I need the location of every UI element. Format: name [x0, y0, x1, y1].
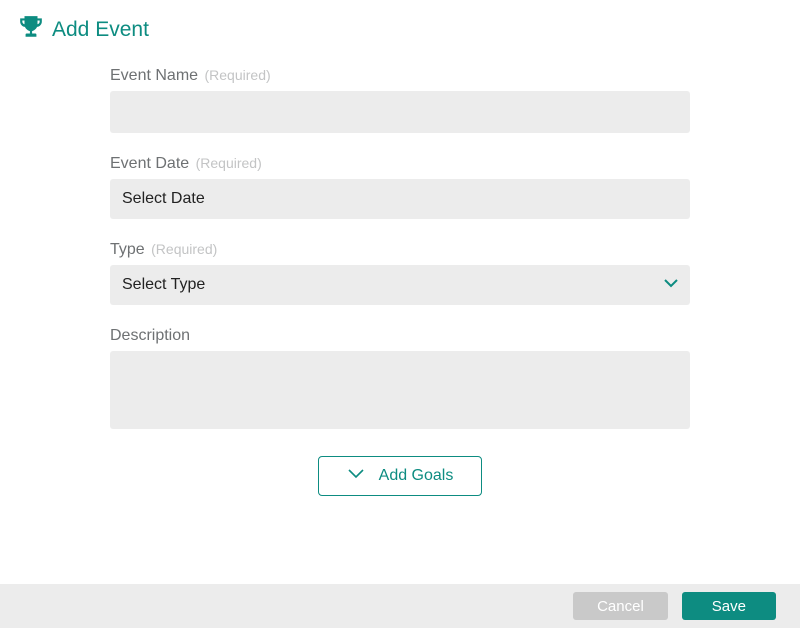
- field-event-name: Event Name (Required): [110, 67, 690, 133]
- save-button[interactable]: Save: [682, 592, 776, 620]
- field-event-date: Event Date (Required) Select Date: [110, 155, 690, 219]
- type-label: Type (Required): [110, 241, 690, 259]
- event-name-label: Event Name (Required): [110, 67, 690, 85]
- footer-bar: Cancel Save: [0, 584, 800, 628]
- page-title: Add Event: [52, 18, 149, 42]
- event-date-label: Event Date (Required): [110, 155, 690, 173]
- add-goals-button[interactable]: Add Goals: [318, 456, 483, 496]
- field-type: Type (Required) Select Type: [110, 241, 690, 305]
- chevron-down-icon: [347, 467, 365, 485]
- page-header: Add Event: [0, 0, 800, 45]
- type-select[interactable]: Select Type: [110, 265, 690, 305]
- trophy-icon: [18, 14, 44, 45]
- event-form: Event Name (Required) Event Date (Requir…: [0, 45, 800, 496]
- description-label: Description: [110, 327, 690, 345]
- field-description: Description: [110, 327, 690, 434]
- event-date-picker[interactable]: Select Date: [110, 179, 690, 219]
- description-input[interactable]: [110, 351, 690, 429]
- event-name-input[interactable]: [110, 91, 690, 133]
- add-goals-row: Add Goals: [110, 456, 690, 496]
- cancel-button[interactable]: Cancel: [573, 592, 668, 620]
- caret-down-icon: [664, 276, 678, 294]
